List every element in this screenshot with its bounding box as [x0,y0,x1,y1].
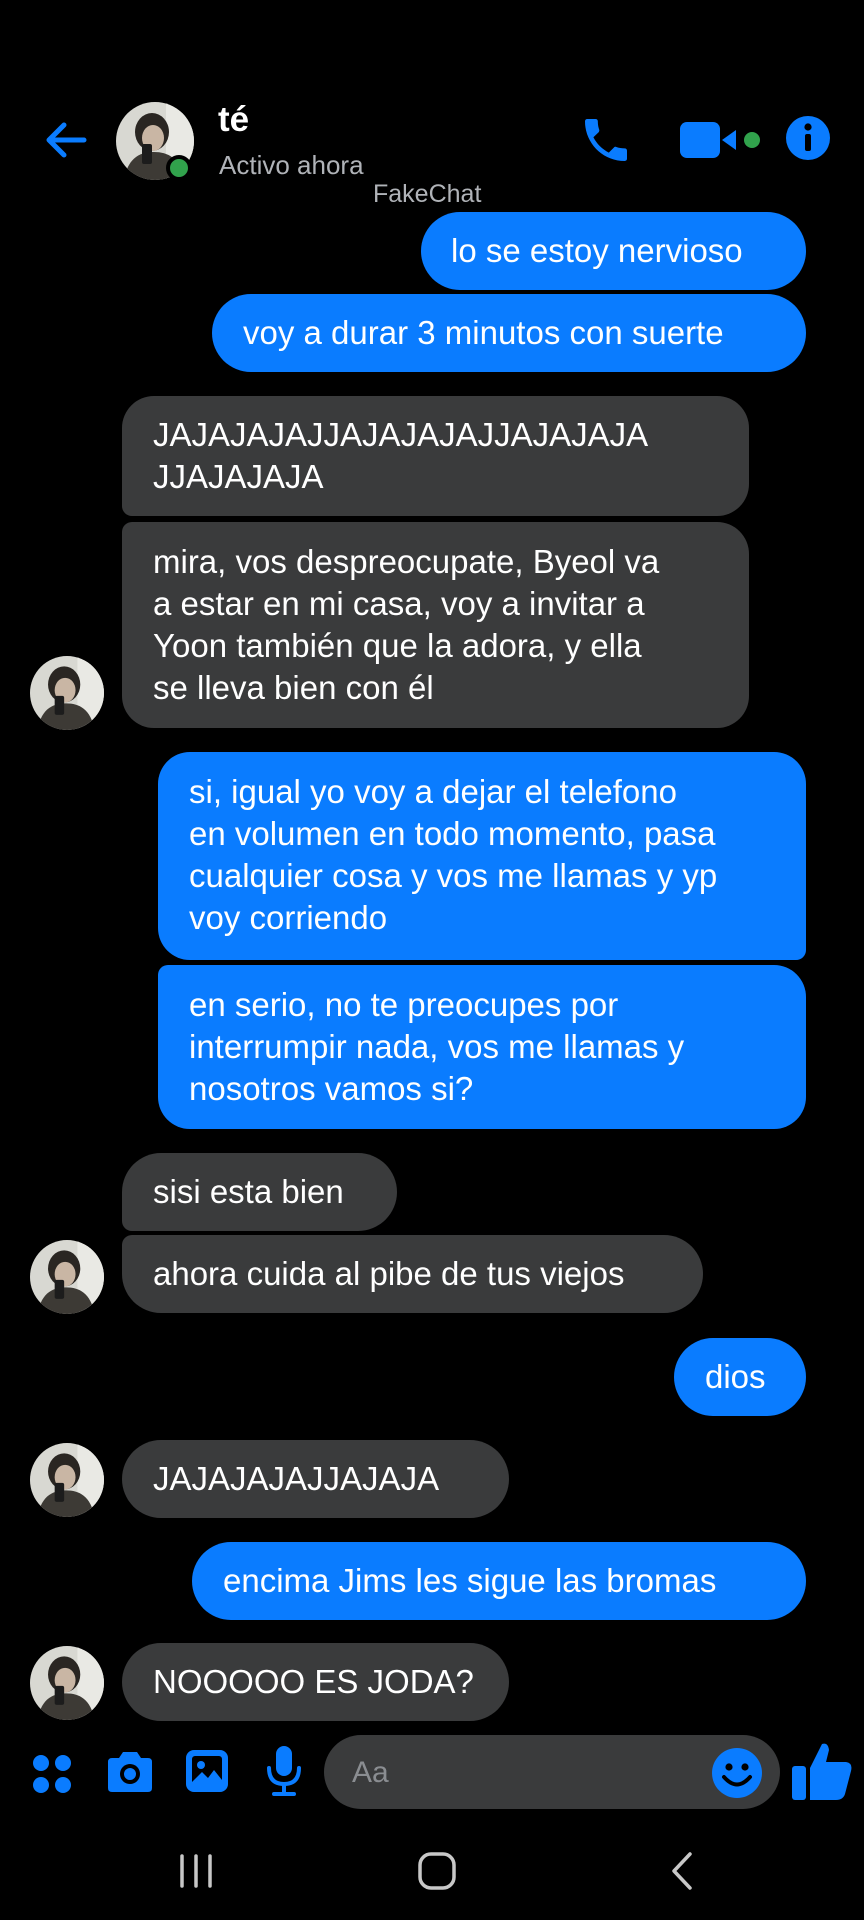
message-bubble-incoming[interactable]: NOOOOO ES JODA? [122,1643,509,1721]
message-input[interactable] [350,1735,694,1811]
apps-icon[interactable] [30,1752,74,1796]
message-bubble-incoming[interactable]: mira, vos despreocupate, Byeol va a esta… [122,522,749,728]
message-bubble-incoming[interactable]: JAJAJAJAJJAJAJAJAJJAJAJAJA JJAJAJAJA [122,396,749,516]
message-bubble-outgoing[interactable]: si, igual yo voy a dejar el telefono en … [158,752,806,960]
video-call-icon[interactable] [678,116,764,164]
like-icon[interactable] [790,1738,856,1804]
back-arrow-icon[interactable] [40,114,92,166]
back-icon[interactable] [662,1846,702,1896]
gallery-icon[interactable] [184,1748,230,1794]
recent-apps-icon[interactable] [176,1846,216,1896]
info-icon[interactable] [784,114,832,162]
contact-avatar-small[interactable] [30,1443,104,1517]
message-bubble-outgoing[interactable]: en serio, no te preocupes por interrumpi… [158,965,806,1129]
message-bubble-outgoing[interactable]: voy a durar 3 minutos con suerte [212,294,806,372]
contact-name[interactable]: té [218,100,249,140]
phone-call-icon[interactable] [578,112,634,168]
watermark-text: FakeChat [373,180,482,208]
message-bubble-outgoing[interactable]: lo se estoy nervioso [421,212,806,290]
contact-avatar-small[interactable] [30,1646,104,1720]
message-bubble-outgoing[interactable]: dios [674,1338,806,1416]
message-bubble-incoming[interactable]: JAJAJAJAJJAJAJA [122,1440,509,1518]
contact-status: Activo ahora [219,150,364,180]
contact-avatar-small[interactable] [30,656,104,730]
camera-icon[interactable] [104,1748,156,1796]
microphone-icon[interactable] [264,1744,304,1798]
home-icon[interactable] [414,1846,460,1896]
message-bubble-incoming[interactable]: sisi esta bien [122,1153,397,1231]
message-bubble-incoming[interactable]: ahora cuida al pibe de tus viejos [122,1235,703,1313]
message-bubble-outgoing[interactable]: encima Jims les sigue las bromas [192,1542,806,1620]
online-indicator [166,155,192,181]
emoji-icon[interactable] [710,1746,764,1800]
contact-avatar-small[interactable] [30,1240,104,1314]
